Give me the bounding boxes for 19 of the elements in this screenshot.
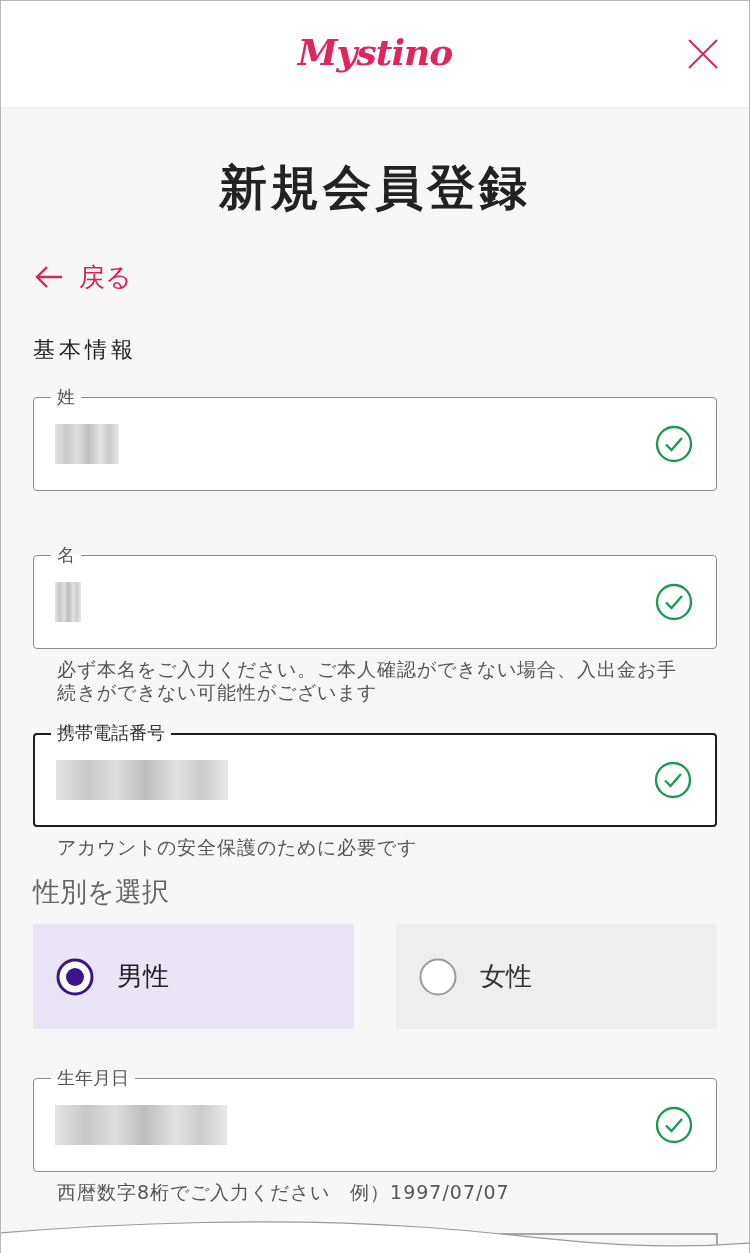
gender-option[interactable]: 男性 — [33, 924, 354, 1029]
field-label: 名 — [51, 544, 81, 566]
section-heading: 性別を選択 — [33, 875, 169, 909]
field-label: 生年月日 — [51, 1067, 135, 1089]
radio-icon — [419, 957, 457, 996]
field-label: 姓 — [51, 386, 81, 408]
helper-text: 西暦数字8桁でご入力ください 例）1997/07/07 — [56, 1181, 511, 1204]
page-title: 新規会員登録 — [219, 158, 531, 217]
section-heading: 基本情報 — [33, 336, 137, 364]
close-button[interactable] — [688, 39, 718, 69]
helper-text: アカウントの安全保護のために必要です — [56, 836, 418, 859]
gender-option[interactable]: 女性 — [396, 924, 717, 1029]
back-arrow-icon — [35, 265, 63, 289]
field-label: 携帯電話番号 — [51, 722, 171, 744]
logo: Mystino — [297, 30, 453, 74]
radio-icon — [56, 957, 94, 996]
close-icon — [688, 39, 718, 69]
back-link[interactable]: 戻る — [33, 259, 132, 295]
helper-text: 必ず本名をご入力ください。ご本人確認ができない場合、入出金お手続きができない可能性がございます — [56, 658, 678, 704]
